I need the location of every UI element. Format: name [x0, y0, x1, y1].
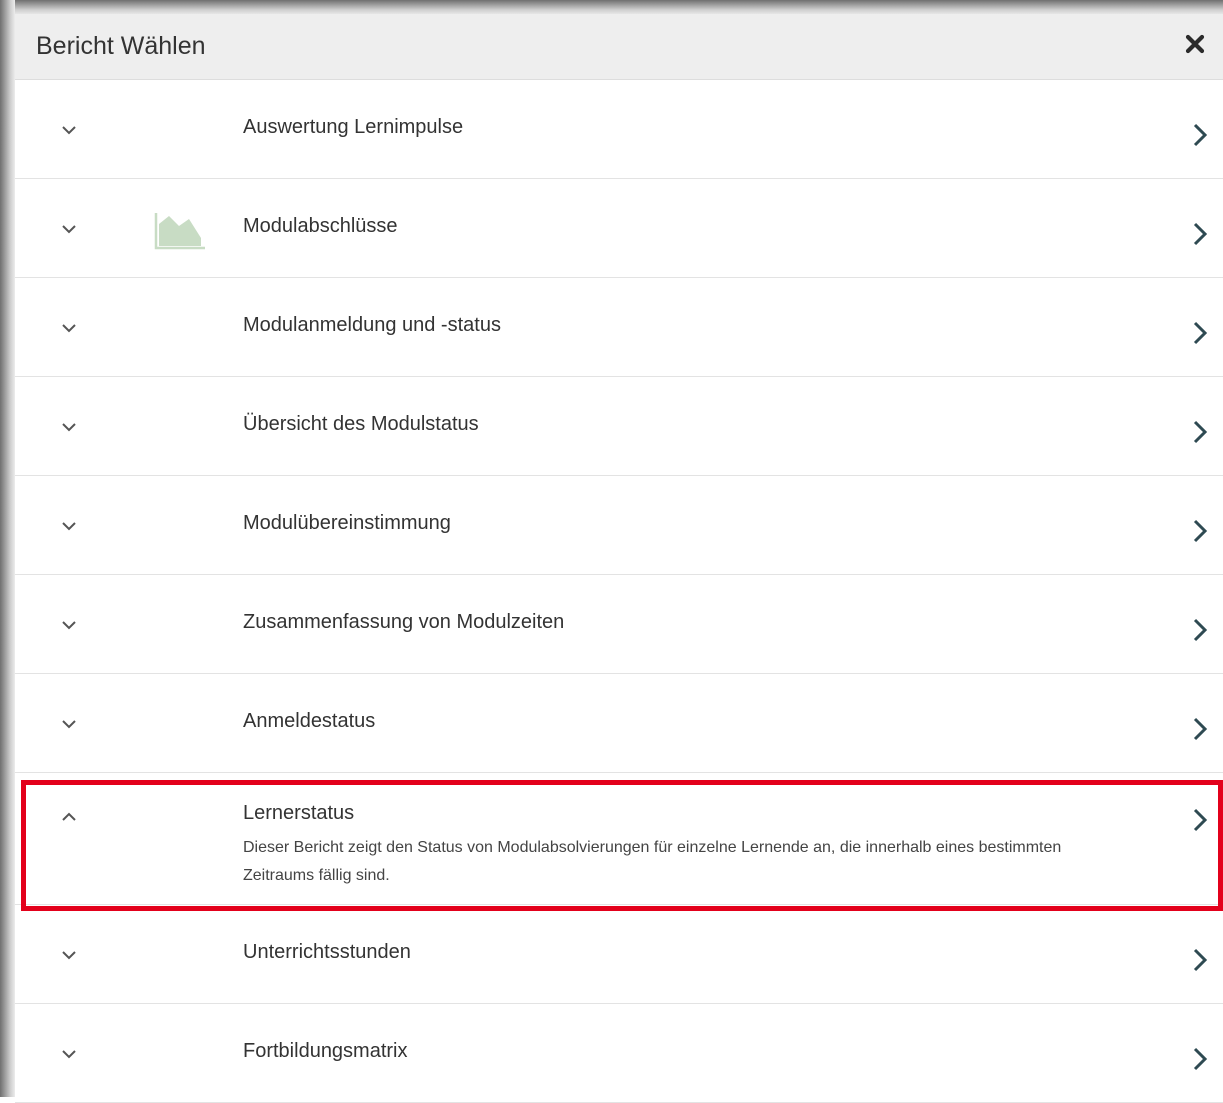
report-item-modulabschluesse[interactable]: Modulabschlüsse	[15, 179, 1223, 278]
chevron-down-icon[interactable]	[61, 221, 77, 237]
report-item-description: Dieser Bericht zeigt den Status von Modu…	[243, 839, 1062, 884]
chevron-down-icon[interactable]	[61, 716, 77, 732]
report-item-fortbildungsmatrix[interactable]: Fortbildungsmatrix	[15, 1004, 1223, 1103]
chevron-up-icon[interactable]	[61, 809, 77, 825]
report-item-uebersicht-des-modulstatus[interactable]: Übersicht des Modulstatus	[15, 377, 1223, 476]
report-item-label: Zusammenfassung von Modulzeiten	[243, 611, 565, 633]
dialog-header: Bericht Wählen	[15, 14, 1223, 80]
report-item-label: Modulabschlüsse	[243, 215, 398, 237]
report-item-label: Anmeldestatus	[243, 710, 376, 732]
report-item-auswertung-lernimpulse[interactable]: Auswertung Lernimpulse	[15, 80, 1223, 179]
dialog-shadow-top	[0, 0, 1223, 14]
report-item-label: Fortbildungsmatrix	[243, 1040, 408, 1062]
report-item-label: Modulanmeldung und -status	[243, 314, 501, 336]
chevron-down-icon[interactable]	[61, 320, 77, 336]
dialog-shadow-left	[0, 0, 15, 1097]
report-item-zusammenfassung-von-modulzeiten[interactable]: Zusammenfassung von Modulzeiten	[15, 575, 1223, 674]
chevron-right-icon[interactable]	[1191, 221, 1209, 247]
chevron-right-icon[interactable]	[1191, 320, 1209, 346]
chevron-right-icon[interactable]	[1191, 947, 1209, 973]
report-item-label: Übersicht des Modulstatus	[243, 413, 479, 435]
report-list: Auswertung Lernimpulse Modulabschlüsse M…	[15, 80, 1223, 1103]
chevron-down-icon[interactable]	[61, 947, 77, 963]
dialog-title: Bericht Wählen	[36, 32, 206, 60]
chevron-down-icon[interactable]	[61, 617, 77, 633]
area-chart-icon	[154, 213, 205, 250]
report-item-label: Unterrichtsstunden	[243, 941, 411, 963]
chevron-down-icon[interactable]	[61, 518, 77, 534]
report-item-label: Lernerstatus	[243, 802, 355, 824]
chevron-right-icon[interactable]	[1191, 518, 1209, 544]
chevron-right-icon[interactable]	[1191, 716, 1209, 742]
report-item-lernerstatus[interactable]: Lernerstatus Dieser Bericht zeigt den St…	[15, 773, 1223, 905]
chevron-right-icon[interactable]	[1191, 122, 1209, 148]
chevron-right-icon[interactable]	[1191, 617, 1209, 643]
report-item-modulanmeldung-und-status[interactable]: Modulanmeldung und -status	[15, 278, 1223, 377]
chevron-down-icon[interactable]	[61, 1046, 77, 1062]
report-item-anmeldestatus[interactable]: Anmeldestatus	[15, 674, 1223, 773]
chevron-down-icon[interactable]	[61, 122, 77, 138]
report-item-label: Auswertung Lernimpulse	[243, 116, 464, 138]
close-icon[interactable]	[1185, 34, 1205, 54]
report-item-label: Modulübereinstimmung	[243, 512, 451, 534]
chevron-right-icon[interactable]	[1191, 1046, 1209, 1072]
chevron-right-icon[interactable]	[1191, 807, 1209, 833]
report-select-dialog: Bericht Wählen Auswertung Lernimpulse Mo…	[0, 0, 1223, 1103]
chevron-right-icon[interactable]	[1191, 419, 1209, 445]
chevron-down-icon[interactable]	[61, 419, 77, 435]
report-item-moduluebereinstimmung[interactable]: Modulübereinstimmung	[15, 476, 1223, 575]
report-item-unterrichtsstunden[interactable]: Unterrichtsstunden	[15, 905, 1223, 1004]
